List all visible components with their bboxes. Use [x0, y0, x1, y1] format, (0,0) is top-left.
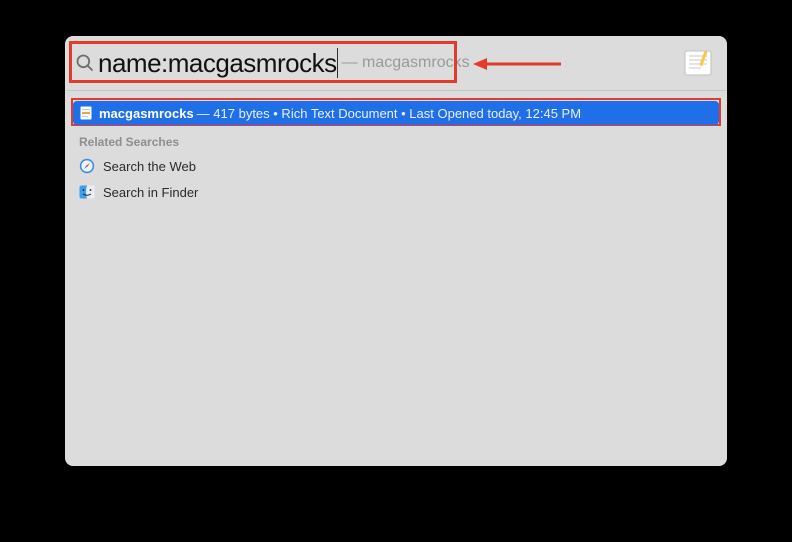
result-top-hit[interactable]: macgasmrocks — 417 bytes • Rich Text Doc…	[73, 101, 719, 125]
search-icon	[75, 53, 95, 73]
annotation-arrow-icon	[473, 54, 563, 74]
safari-icon	[79, 158, 95, 174]
search-query-text: name:macgasmrocks	[98, 48, 337, 79]
related-label: Search in Finder	[103, 185, 198, 200]
textedit-icon	[683, 48, 713, 78]
search-suggestion: — macgasmrocks	[342, 54, 470, 72]
related-searches-header: Related Searches	[65, 125, 727, 153]
related-search-web[interactable]: Search the Web	[65, 153, 727, 179]
related-search-finder[interactable]: Search in Finder	[65, 179, 727, 205]
search-input[interactable]: name:macgasmrocks	[98, 48, 338, 79]
results-list: macgasmrocks — 417 bytes • Rich Text Doc…	[65, 90, 727, 466]
search-field-row[interactable]: name:macgasmrocks — macgasmrocks	[65, 36, 727, 90]
finder-icon	[79, 184, 95, 200]
result-detail: — 417 bytes • Rich Text Document • Last …	[197, 106, 581, 121]
related-label: Search the Web	[103, 159, 196, 174]
rtf-file-icon	[79, 106, 93, 120]
spotlight-window: name:macgasmrocks — macgasmrocks	[65, 36, 727, 466]
text-cursor	[337, 48, 338, 78]
result-title: macgasmrocks	[99, 106, 194, 121]
